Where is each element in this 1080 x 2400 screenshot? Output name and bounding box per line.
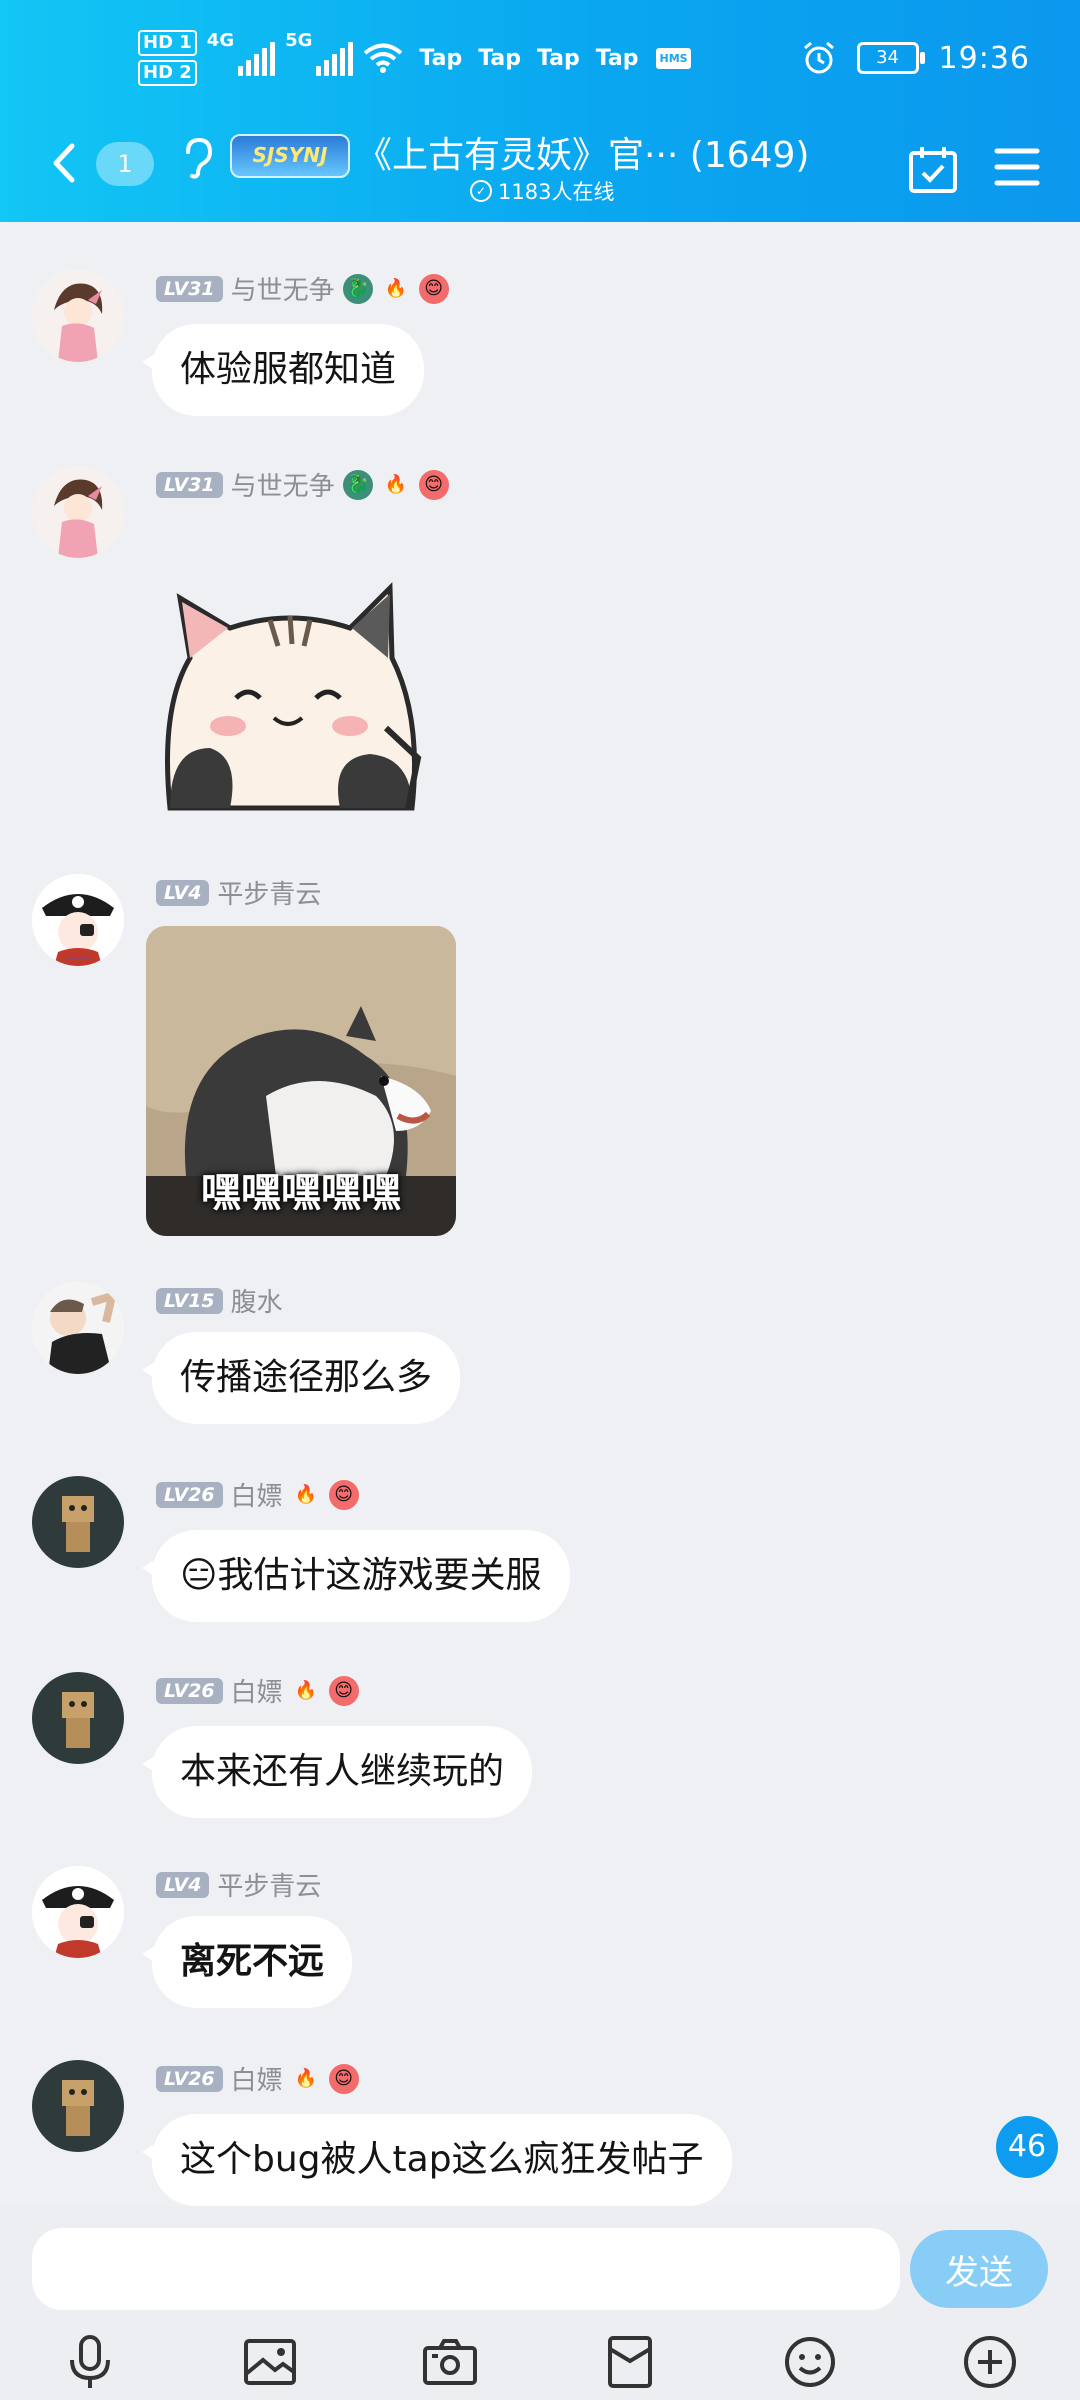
fire-badge-icon: 🔥 [384,474,407,495]
level-badge: LV4 [156,879,210,906]
fire-badge-icon: 🔥 [294,1484,317,1505]
online-status: ✓ 1183人在线 [470,176,614,206]
avatar[interactable] [32,466,124,558]
menu-icon[interactable] [994,146,1040,188]
photo-icon[interactable] [232,2324,308,2400]
header: HD 1 HD 2 4G 5G Tap Tap Tap Tap HMS 34 1… [0,0,1080,222]
level-badge: LV31 [156,275,223,302]
sender-name[interactable]: 平步青云 [217,1866,321,1903]
hd-indicators: HD 1 HD 2 [138,30,197,86]
battery-icon: 34 [856,42,925,74]
level-badge: LV26 [156,1677,223,1704]
group-title[interactable]: 《上古有灵妖》官··· (1649) [356,126,809,178]
message-input[interactable] [32,2228,900,2310]
message-bubble[interactable]: 😑我估计这游戏要关服 [142,1530,570,1622]
signal-icon [238,40,276,76]
level-badge: LV26 [156,1481,223,1508]
back-arrow-icon[interactable] [44,140,84,186]
tap-notification-icon: Tap [536,45,580,71]
avatar[interactable] [32,2060,124,2152]
sender-name[interactable]: 白嫖 [231,1476,283,1513]
microphone-icon[interactable] [52,2324,128,2400]
sticker-caption: 嘿嘿嘿嘿嘿 [201,1170,401,1216]
signal-icon [316,40,354,76]
camera-icon[interactable] [412,2324,488,2400]
hms-icon: HMS [656,47,691,69]
avatar[interactable] [32,1672,124,1764]
avatar[interactable] [32,1282,124,1374]
flower-badge-icon: 😊 [328,1479,359,1510]
sender-name[interactable]: 白嫖 [231,1672,283,1709]
avatar[interactable] [32,270,124,362]
send-button[interactable]: 发送 [910,2230,1048,2308]
sender-name[interactable]: 腹水 [231,1282,283,1319]
message-bubble[interactable]: 体验服都知道 [141,324,425,416]
fire-badge-icon: 🔥 [294,2068,317,2089]
cat-sticker[interactable] [150,558,430,828]
nav-bar: 1 SJSYNJ 《上古有灵妖》官··· (1649) ✓ 1183人在线 [0,120,1080,222]
tap-notification-icon: Tap [478,45,521,71]
flower-badge-icon: 😊 [328,2063,359,2094]
alarm-icon [803,41,834,74]
hd2-badge: HD 2 [138,60,197,86]
level-badge: LV15 [156,1287,223,1314]
sender-name[interactable]: 与世无争 [231,466,335,503]
unread-count-badge[interactable]: 1 [96,142,154,186]
new-messages-badge[interactable]: 46 [996,2116,1058,2178]
composer-toolbar [0,2324,1080,2400]
group-logo: SJSYNJ [230,134,350,178]
message-bubble[interactable]: 传播途径那么多 [141,1332,461,1424]
hd1-badge: HD 1 [138,30,197,56]
fire-badge-icon: 🔥 [384,278,407,299]
tap-notification-icon: Tap [595,45,639,71]
level-badge: LV31 [156,471,223,498]
fire-badge-icon: 🔥 [294,1680,317,1701]
online-count: 1183人在线 [498,180,615,204]
red-packet-icon[interactable] [592,2324,668,2400]
avatar[interactable] [32,1476,124,1568]
network-type-1: 4G [206,30,235,51]
plus-icon[interactable] [952,2324,1028,2400]
status-bar: HD 1 HD 2 4G 5G Tap Tap Tap Tap HMS 34 1… [0,0,1080,120]
level-badge: LV4 [156,1871,210,1898]
avatar[interactable]: ~~~ [32,874,124,966]
wifi-icon [364,43,403,73]
dragon-badge-icon: 🐉 [342,273,373,304]
sender-name[interactable]: 与世无争 [231,270,335,307]
emoji-icon[interactable] [772,2324,848,2400]
message-bubble[interactable]: 这个bug被人tap这么疯狂发帖子 [142,2114,732,2206]
message-bubble[interactable]: 本来还有人继续玩的 [141,1726,533,1818]
husky-meme[interactable]: 嘿嘿嘿嘿嘿 [146,926,456,1236]
svg-text:~~~: ~~~ [65,954,90,965]
calendar-check-icon[interactable] [908,144,958,194]
sender-name[interactable]: 平步青云 [217,874,321,911]
avatar[interactable] [32,1866,124,1958]
flower-badge-icon: 😊 [418,273,449,304]
tap-notification-icon: Tap [419,45,463,71]
message-bubble[interactable]: 离死不远 [141,1916,353,2008]
ear-icon[interactable] [180,136,216,180]
flower-badge-icon: 😊 [418,469,449,500]
check-circle-icon: ✓ [470,180,492,202]
status-time: 19:36 [938,40,1030,76]
sender-name[interactable]: 白嫖 [231,2060,283,2097]
flower-badge-icon: 😊 [328,1675,359,1706]
dragon-badge-icon: 🐉 [342,469,373,500]
network-type-2: 5G [285,30,313,51]
composer: 发送 [0,2206,1080,2400]
level-badge: LV26 [156,2065,223,2092]
